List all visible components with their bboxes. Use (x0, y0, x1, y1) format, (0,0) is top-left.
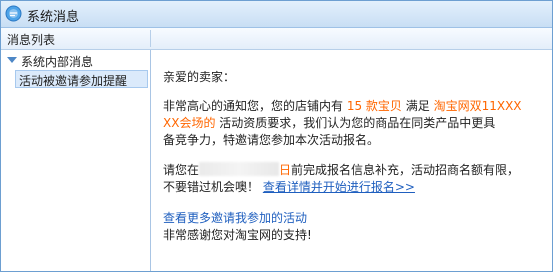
text-segment: 前完成报名信息补充，活动招商名额有限， (291, 163, 520, 177)
header-divider (150, 30, 151, 47)
text-segment: 备竞争力，特邀请您参加本次活动报名。 (163, 133, 380, 147)
tree-group-label: 系统内部消息 (21, 55, 94, 69)
event-name: 淘宝网双11XXX (433, 99, 522, 113)
view-details-link[interactable]: 查看详情并开始进行报名>> (263, 180, 415, 194)
thanks-text: 非常感谢您对淘宝网的支持! (163, 228, 312, 242)
redacted-date (199, 162, 280, 176)
tree-item-activity-invite[interactable]: 活动被邀请参加提醒 (15, 70, 148, 88)
item-count: 15 (346, 99, 363, 113)
text-segment: 满足 (401, 99, 434, 113)
system-message-window: 系统消息 消息列表 系统内部消息 活动被邀请参加提醒 亲爱的卖家： 非常高心的通… (0, 0, 553, 272)
paragraph-invitation: 非常高心的通知您，您的店铺内有 15 款宝贝 满足 淘宝网双11XXX XX会场… (163, 98, 522, 149)
list-header: 消息列表 (1, 28, 552, 50)
date-suffix: 日 (279, 163, 292, 177)
message-list-panel: 系统内部消息 活动被邀请参加提醒 (1, 50, 151, 271)
text-segment: 非常高心的通知您，您的店铺内有 (163, 99, 347, 113)
window-title: 系统消息 (27, 10, 80, 25)
text-segment: 请您在 (163, 163, 200, 177)
message-list-label: 消息列表 (7, 33, 56, 47)
item-unit: 款宝贝 (362, 99, 402, 113)
message-app-icon (5, 5, 22, 22)
expand-caret-icon[interactable] (7, 57, 17, 63)
title-bar[interactable]: 系统消息 (1, 1, 552, 28)
text-segment: 活动资质要求，我们认为您的商品在同类产品中更具 (215, 116, 496, 130)
paragraph-deadline: 请您在 日前完成报名信息补充，活动招商名额有限， 不要错过机会噢！ 查看详情并开始… (163, 162, 519, 196)
tree-item-label: 活动被邀请参加提醒 (19, 74, 128, 88)
tree-group-system-internal[interactable]: 系统内部消息 (1, 53, 150, 69)
greeting: 亲爱的卖家： (163, 70, 236, 84)
event-name-cont: XX会场的 (163, 116, 216, 130)
more-invites-link[interactable]: 查看更多邀请我参加的活动 (163, 210, 307, 227)
text-segment: 不要错过机会噢！ (163, 180, 260, 194)
